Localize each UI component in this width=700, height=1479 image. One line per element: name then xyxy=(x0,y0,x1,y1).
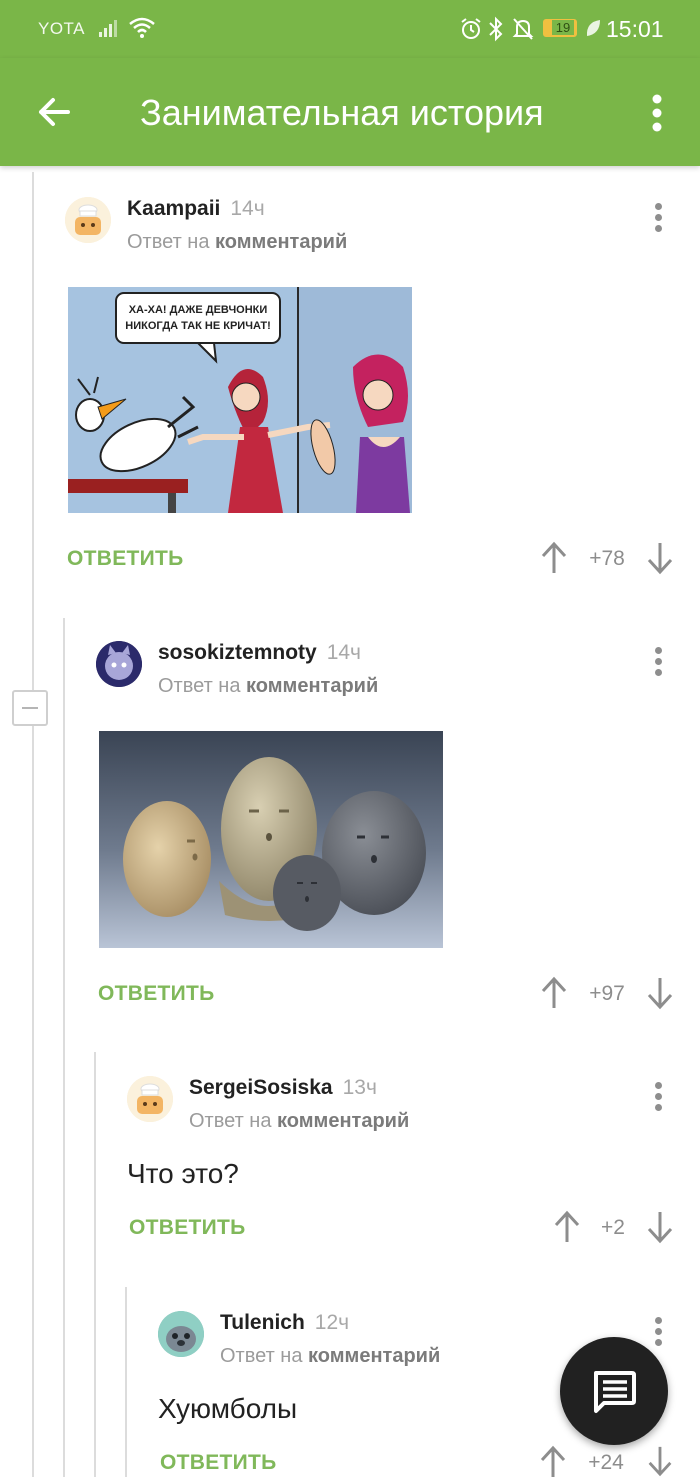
downvote-icon[interactable] xyxy=(647,1210,673,1244)
reply-to-prefix: Ответ на xyxy=(189,1110,272,1132)
alarm-icon xyxy=(461,18,481,39)
collapse-thread-button[interactable] xyxy=(12,690,48,726)
comment-time: 13ч xyxy=(342,1076,377,1099)
comment-image[interactable] xyxy=(99,731,443,948)
more-vertical-icon[interactable] xyxy=(646,94,668,132)
vote-score: +2 xyxy=(601,1216,625,1239)
comment: SergeiSosiska 13ч Ответ на комментарий Чт… xyxy=(127,1076,686,1256)
vote-score: +78 xyxy=(589,547,625,570)
reply-to-link[interactable]: комментарий xyxy=(215,231,347,253)
comic-illustration: ХА-ХА! ДАЖЕ ДЕВЧОНКИ НИКОГДА ТАК НЕ КРИЧ… xyxy=(68,287,412,513)
comment-text: Что это? xyxy=(127,1158,239,1189)
clock: 15:01 xyxy=(606,16,664,42)
avatar[interactable] xyxy=(96,641,142,687)
username-text[interactable]: sosokiztemnoty xyxy=(158,641,317,664)
signal-icon xyxy=(99,20,117,37)
carrier-label: YOTA xyxy=(38,19,86,38)
comment: sosokiztemnoty 14ч Ответ на комментарий xyxy=(96,641,686,1021)
chef-cat-avatar-icon xyxy=(65,197,111,243)
thread-line xyxy=(32,726,34,1477)
thread-line xyxy=(63,618,65,1477)
add-comment-fab[interactable] xyxy=(560,1337,668,1445)
reply-button[interactable]: ОТВЕТИТЬ xyxy=(160,1451,277,1475)
vote-score: +24 xyxy=(588,1451,624,1474)
comment: Kaampaii 14ч Ответ на комментарий ХА-ХА!… xyxy=(65,197,685,587)
cat-avatar-icon xyxy=(96,641,142,687)
username[interactable]: SergeiSosiska 13ч xyxy=(189,1076,377,1100)
username[interactable]: sosokiztemnoty 14ч xyxy=(158,641,361,665)
comment-more-icon[interactable] xyxy=(653,203,663,233)
username[interactable]: Kaampaii 14ч xyxy=(127,197,265,221)
reply-to-link[interactable]: комментарий xyxy=(308,1345,440,1367)
thread-line xyxy=(94,1052,96,1477)
status-bar: YOTA 19 15:01 xyxy=(0,0,700,58)
speech-bubble-line-2: НИКОГДА ТАК НЕ КРИЧАТ! xyxy=(125,320,270,332)
downvote-icon[interactable] xyxy=(647,976,673,1010)
downvote-icon[interactable] xyxy=(647,1445,673,1477)
reply-to-label: Ответ на комментарий xyxy=(127,231,347,254)
seal-avatar-icon xyxy=(158,1311,204,1357)
page-title: Занимательная история xyxy=(140,92,544,133)
downvote-icon[interactable] xyxy=(647,541,673,575)
upvote-icon[interactable] xyxy=(541,976,567,1010)
comment-image[interactable]: ХА-ХА! ДАЖЕ ДЕВЧОНКИ НИКОГДА ТАК НЕ КРИЧ… xyxy=(68,287,412,513)
comment-more-icon[interactable] xyxy=(653,647,663,677)
reply-to-prefix: Ответ на xyxy=(220,1345,303,1367)
battery-level: 19 xyxy=(552,20,574,35)
reply-to-prefix: Ответ на xyxy=(158,675,241,697)
notifications-off-icon xyxy=(512,18,534,40)
upvote-icon[interactable] xyxy=(541,541,567,575)
avatar[interactable] xyxy=(158,1311,204,1357)
comment-time: 12ч xyxy=(314,1311,350,1334)
wifi-icon xyxy=(129,17,155,38)
username-text[interactable]: Tulenich xyxy=(220,1311,305,1334)
vote-score: +97 xyxy=(589,982,625,1005)
comment-time: 14ч xyxy=(230,197,265,220)
reply-button[interactable]: ОТВЕТИТЬ xyxy=(67,547,184,571)
avatar[interactable] xyxy=(65,197,111,243)
reply-to-link[interactable]: комментарий xyxy=(277,1110,409,1132)
reply-button[interactable]: ОТВЕТИТЬ xyxy=(98,982,215,1006)
reply-button[interactable]: ОТВЕТИТЬ xyxy=(129,1216,246,1240)
reply-to-label: Ответ на комментарий xyxy=(189,1110,409,1133)
app-bar: Занимательная история xyxy=(0,58,700,166)
reply-to-prefix: Ответ на xyxy=(127,231,210,253)
thread-line xyxy=(125,1287,127,1477)
stone-heads-photo xyxy=(99,731,443,948)
battery-icon: 19 xyxy=(543,19,577,37)
comment-icon xyxy=(594,1371,636,1413)
username[interactable]: Tulenich 12ч xyxy=(220,1311,349,1335)
speech-bubble-line-1: ХА-ХА! ДАЖЕ ДЕВЧОНКИ xyxy=(129,304,268,316)
avatar[interactable] xyxy=(127,1076,173,1122)
chef-cat-avatar-icon xyxy=(127,1076,173,1122)
comment-more-icon[interactable] xyxy=(653,1082,663,1112)
username-text[interactable]: SergeiSosiska xyxy=(189,1076,333,1099)
thread-line xyxy=(32,172,34,690)
upvote-icon[interactable] xyxy=(540,1445,566,1479)
comment-text: Хуюмболы xyxy=(158,1393,298,1424)
reply-to-label: Ответ на комментарий xyxy=(158,675,378,698)
reply-to-label: Ответ на комментарий xyxy=(220,1345,440,1368)
reply-to-link[interactable]: комментарий xyxy=(246,675,378,697)
power-saving-leaf-icon xyxy=(586,20,600,36)
comment-time: 14ч xyxy=(326,641,362,664)
arrow-left-icon[interactable] xyxy=(36,94,72,130)
upvote-icon[interactable] xyxy=(554,1210,580,1244)
bluetooth-icon xyxy=(489,16,503,42)
username-text[interactable]: Kaampaii xyxy=(127,197,220,220)
